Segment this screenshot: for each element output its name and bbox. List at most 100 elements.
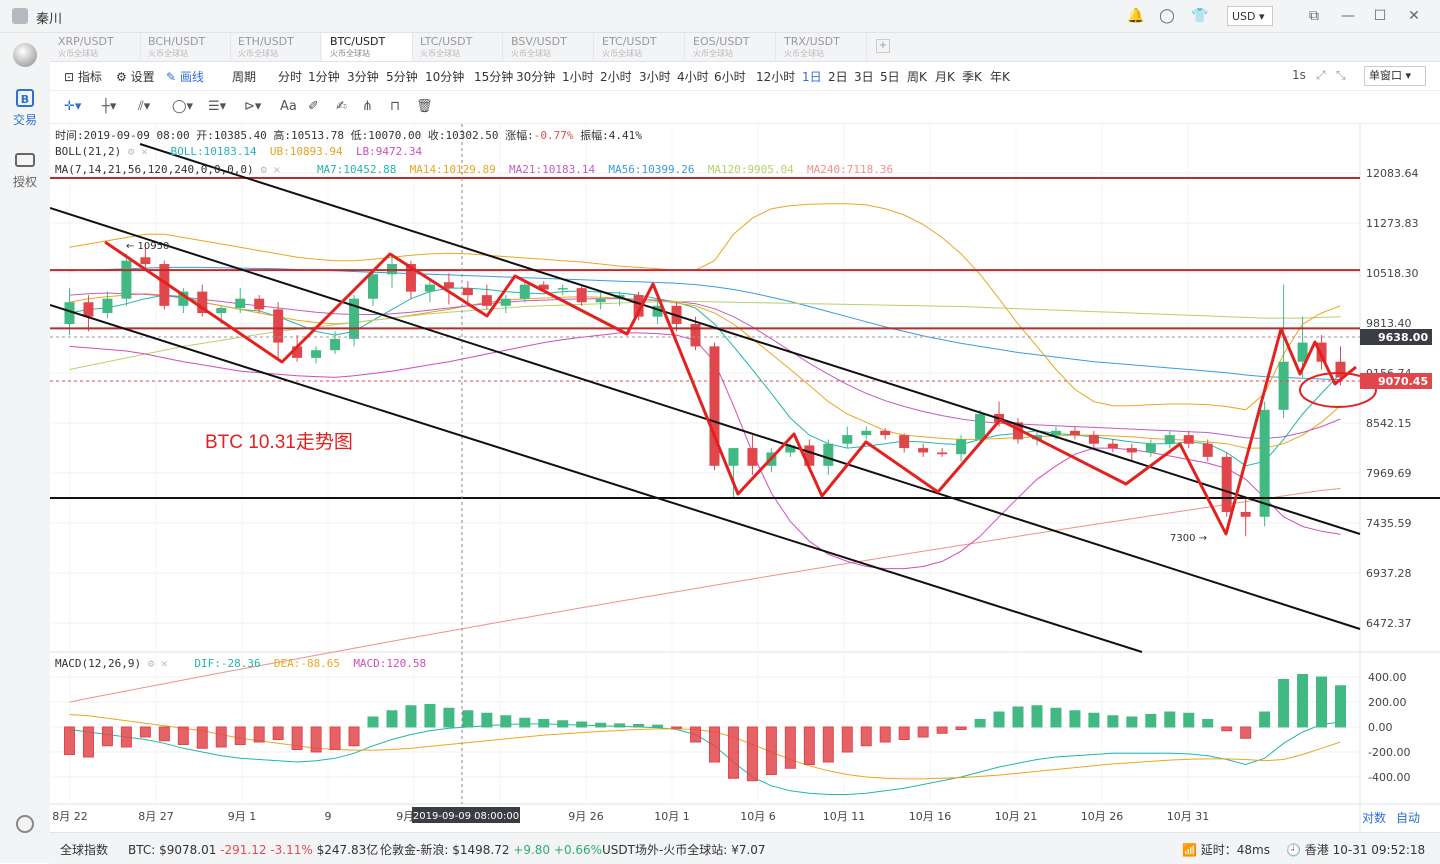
fullscreen-icon[interactable]: ⤢ — [1316, 68, 1326, 83]
add-tab-icon[interactable]: + — [876, 39, 890, 53]
macd-bar — [481, 712, 493, 728]
magnet-icon[interactable]: ⋔ — [362, 99, 373, 114]
lb-value: LB:9472.34 — [355, 145, 423, 158]
sidebar-item-authorize[interactable]: 授权 — [0, 153, 50, 190]
tab-btc[interactable]: BTC/USDT 火币全球站 — [322, 33, 413, 61]
ellipse-icon[interactable]: ◯▾ — [172, 99, 193, 114]
boll-settings-icons[interactable]: ⚙ ✕ — [128, 145, 164, 158]
tab-bsv[interactable]: BSV/USDT 火币全球站 — [503, 33, 594, 61]
auto-scale-toggle[interactable]: 自动 — [1396, 809, 1420, 826]
chart-area[interactable]: ← 10950 7300 → 12083.64 11273.83 10518.30 98… — [49, 124, 1440, 832]
candle-body — [728, 448, 739, 466]
macd-bar-fill — [804, 727, 815, 765]
period-1[interactable]: 1分钟 — [308, 68, 340, 85]
macd-bar-fill — [311, 727, 322, 752]
log-scale-toggle[interactable]: 对数 — [1362, 809, 1386, 826]
settings-button[interactable]: ⚙ 设置 — [116, 68, 155, 85]
user-avatar-icon[interactable] — [12, 8, 28, 24]
help-icon[interactable]: ◯ — [1159, 8, 1175, 24]
parallel-lines-icon[interactable]: ⫽▾ — [138, 99, 150, 114]
draw-button[interactable]: ✎ 画线 — [166, 68, 204, 85]
trash-icon[interactable]: 🗑 — [416, 99, 433, 114]
tab-eth[interactable]: ETH/USDT 火币全球站 — [230, 33, 321, 61]
horizontal-line-icon[interactable]: ┼▾ — [102, 99, 116, 114]
macd-bar-fill — [349, 727, 360, 746]
pattern-icon[interactable]: ⊳▾ — [244, 99, 261, 114]
tab-etc[interactable]: ETC/USDT 火币全球站 — [594, 33, 685, 61]
gold-ticker: 伦敦金-新浪: $1498.72 +9.80 +0.66% — [380, 841, 602, 858]
period-11[interactable]: 6小时 — [714, 68, 746, 85]
period-3[interactable]: 5分钟 — [386, 68, 418, 85]
maximize-icon[interactable]: ☐ — [1372, 8, 1388, 24]
period-4[interactable]: 10分钟 — [425, 68, 464, 85]
sidebar-item-trade[interactable]: B 交易 — [0, 89, 50, 128]
period-13[interactable]: 1日 — [802, 68, 822, 85]
currency-select[interactable]: USD ▾ — [1227, 6, 1273, 26]
period-15[interactable]: 3日 — [854, 68, 874, 85]
period-19[interactable]: 季K — [962, 68, 982, 85]
brush-icon[interactable]: ✍ — [336, 99, 347, 114]
macd-settings-icons[interactable]: ⚙ ✕ — [148, 657, 188, 670]
period-0[interactable]: 分时 — [278, 68, 302, 85]
shrink-icon[interactable]: ⤡ — [1336, 68, 1346, 83]
indicator-button[interactable]: ⊡ 指标 — [64, 68, 102, 85]
period-20[interactable]: 年K — [990, 68, 1010, 85]
period-9[interactable]: 3小时 — [639, 68, 671, 85]
tab-xrp[interactable]: XRP/USDT 火币全球站 — [50, 33, 141, 61]
period-10[interactable]: 4小时 — [677, 68, 709, 85]
period-17[interactable]: 周K — [907, 68, 927, 85]
kline-chart-svg[interactable]: ← 109507300 → 12083.6411273.8310518.3098… — [49, 124, 1440, 832]
macd-bar-fill — [64, 727, 75, 755]
candle-body — [273, 309, 284, 343]
candle-body — [462, 288, 473, 296]
candle-body — [1202, 443, 1213, 457]
interval-label[interactable]: 1s — [1292, 68, 1306, 82]
period-8[interactable]: 2小时 — [600, 68, 632, 85]
period-7[interactable]: 1小时 — [562, 68, 594, 85]
period-18[interactable]: 月K — [935, 68, 955, 85]
global-index-label[interactable]: 全球指数 — [60, 841, 108, 858]
macd-bar — [1278, 679, 1290, 728]
period-16[interactable]: 5日 — [880, 68, 900, 85]
candle-body — [519, 284, 530, 299]
tab-bch[interactable]: BCH/USDT 火币全球站 — [140, 33, 231, 61]
x-tick-label: 10月 21 — [995, 810, 1038, 823]
shirt-icon[interactable]: 👕 — [1191, 8, 1208, 24]
settings-gear-icon[interactable] — [0, 815, 50, 833]
period-2[interactable]: 3分钟 — [347, 68, 379, 85]
candle-body — [1088, 435, 1099, 444]
tab-eos[interactable]: EOS/USDT 火币全球站 — [685, 33, 776, 61]
period-12[interactable]: 12小时 — [756, 68, 795, 85]
tab-sub: 火币全球站 — [238, 49, 278, 58]
popout-icon[interactable]: ⧉ — [1306, 8, 1322, 24]
y-tick-label: 9813.40 — [1366, 317, 1412, 330]
period-5[interactable]: 15分钟 — [474, 68, 513, 85]
crosshair-icon[interactable]: ✛▾ — [64, 99, 81, 114]
ma56-value: MA56:10399.26 — [608, 163, 695, 176]
period-6[interactable]: 30分钟 — [516, 68, 555, 85]
tab-sub: 火币全球站 — [784, 49, 824, 58]
candle-body — [899, 435, 910, 449]
bell-icon[interactable]: 🔔 — [1127, 8, 1144, 24]
candle-body — [975, 413, 986, 440]
close-icon[interactable]: ✕ — [1406, 8, 1422, 24]
ma-settings-icons[interactable]: ⚙ ✕ — [260, 163, 310, 176]
period-14[interactable]: 2日 — [828, 68, 848, 85]
tab-ltc[interactable]: LTC/USDT 火币全球站 — [412, 33, 503, 61]
candle-body — [956, 439, 967, 455]
tab-trx[interactable]: TRX/USDT 火币全球站 — [776, 33, 867, 61]
candle-body — [1278, 361, 1289, 410]
macd-bar — [405, 705, 417, 728]
text-tool-icon[interactable]: Aa — [280, 99, 297, 114]
minimize-icon[interactable]: — — [1340, 8, 1356, 24]
fib-icon[interactable]: ☰▾ — [208, 99, 226, 114]
candle-body — [1050, 430, 1061, 436]
macd-bar-fill — [1240, 727, 1251, 739]
ma-name: MA(7,14,21,56,120,240,0,0,0,0) — [55, 163, 254, 176]
ruler-icon[interactable]: ✐ — [308, 99, 319, 114]
x-tick-label: 10月 11 — [823, 810, 866, 823]
window-mode-select[interactable]: 单窗口 ▾ — [1364, 66, 1426, 86]
lock-icon[interactable]: ⊓ — [390, 99, 400, 114]
macd-tick-label: -200.00 — [1368, 746, 1410, 759]
tab-label: EOS/USDT — [693, 35, 750, 48]
